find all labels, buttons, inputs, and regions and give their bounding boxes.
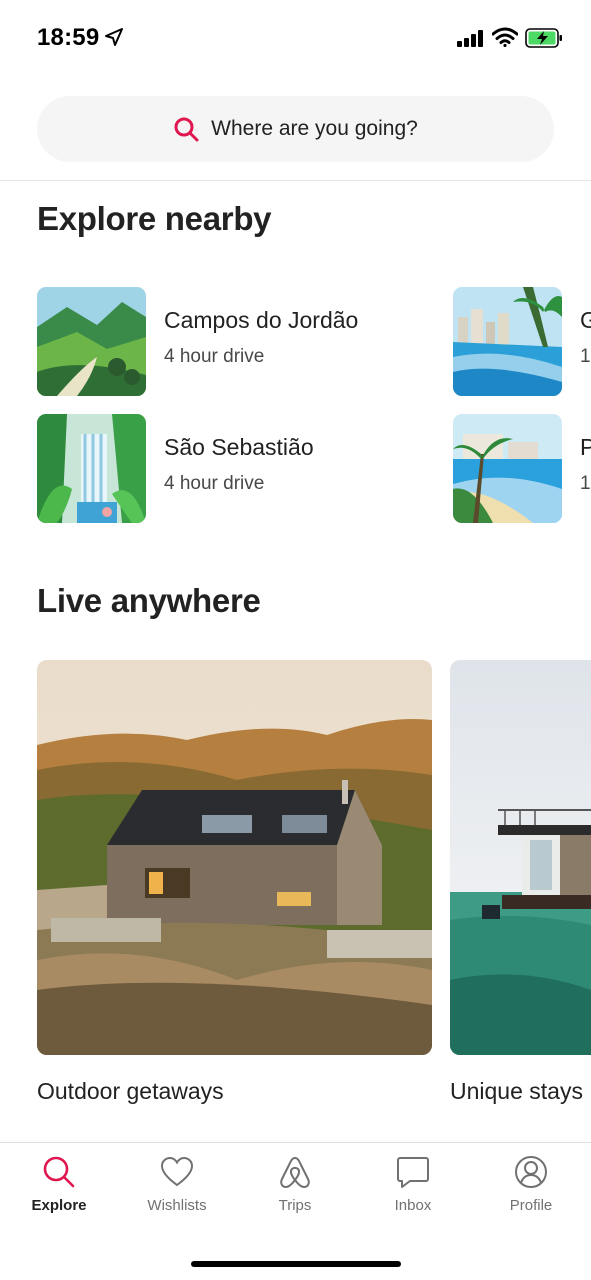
nearby-thumbnail xyxy=(37,414,146,523)
search-bar[interactable]: Where are you going? xyxy=(37,96,554,162)
battery-charging-icon xyxy=(525,28,562,48)
bottom-tab-bar: Explore Wishlists Trips Inbox Profile xyxy=(0,1142,591,1280)
user-circle-icon xyxy=(515,1156,547,1188)
outdoor-getaways-image xyxy=(37,660,432,1055)
airbnb-logo-icon xyxy=(280,1157,310,1188)
tab-inbox[interactable]: Inbox xyxy=(354,1155,472,1235)
explore-nearby-title: Explore nearby xyxy=(37,200,272,237)
location-arrow-icon xyxy=(105,28,123,46)
nearby-item-campos-do-jordao[interactable]: Campos do Jordão 4 hour drive xyxy=(37,287,437,396)
tab-label: Trips xyxy=(278,1197,312,1214)
nearby-item-name: Campos do Jordão xyxy=(164,307,359,333)
nearby-item-name: São Sebastião xyxy=(164,434,314,460)
search-placeholder: Where are you going? xyxy=(211,117,418,140)
nearby-item-partial-1[interactable]: G 1 xyxy=(453,287,591,396)
tab-label: Profile xyxy=(509,1197,553,1214)
nearby-item-drive-time: 1 xyxy=(580,346,591,367)
tab-explore[interactable]: Explore xyxy=(0,1155,118,1235)
nearby-thumbnail xyxy=(453,287,562,396)
chat-bubble-icon xyxy=(397,1157,429,1188)
nearby-item-drive-time: 4 hour drive xyxy=(164,473,265,494)
live-card-label: Outdoor getaways xyxy=(37,1078,224,1104)
nearby-item-sao-sebastiao[interactable]: São Sebastião 4 hour drive xyxy=(37,414,437,523)
status-time: 18:59 xyxy=(37,24,100,51)
tab-label: Inbox xyxy=(394,1197,432,1214)
live-card-unique-stays[interactable]: Unique stays xyxy=(450,660,591,1110)
nearby-item-name: G xyxy=(580,307,591,333)
tab-profile[interactable]: Profile xyxy=(472,1155,590,1235)
nearby-item-name: P xyxy=(580,434,591,460)
header-divider xyxy=(0,180,591,181)
live-card-label: Unique stays xyxy=(450,1078,583,1104)
unique-stays-image xyxy=(450,660,591,1055)
nearby-item-drive-time: 4 hour drive xyxy=(164,346,265,367)
live-anywhere-title: Live anywhere xyxy=(37,582,261,619)
status-bar: 18:59 xyxy=(0,0,591,76)
tab-wishlists[interactable]: Wishlists xyxy=(118,1155,236,1235)
nearby-item-partial-2[interactable]: P 1 xyxy=(453,414,591,523)
home-indicator[interactable] xyxy=(191,1261,401,1267)
tab-label: Wishlists xyxy=(147,1197,207,1214)
heart-icon xyxy=(160,1156,194,1187)
wifi-icon xyxy=(492,27,518,47)
nearby-thumbnail xyxy=(453,414,562,523)
tab-trips[interactable]: Trips xyxy=(236,1155,354,1235)
live-card-outdoor-getaways[interactable]: Outdoor getaways xyxy=(37,660,432,1110)
nearby-thumbnail xyxy=(37,287,146,396)
search-icon xyxy=(43,1156,75,1188)
search-icon xyxy=(174,117,199,142)
nearby-item-drive-time: 1 xyxy=(580,473,591,494)
cellular-signal-icon xyxy=(457,30,483,47)
tab-label: Explore xyxy=(31,1197,87,1214)
